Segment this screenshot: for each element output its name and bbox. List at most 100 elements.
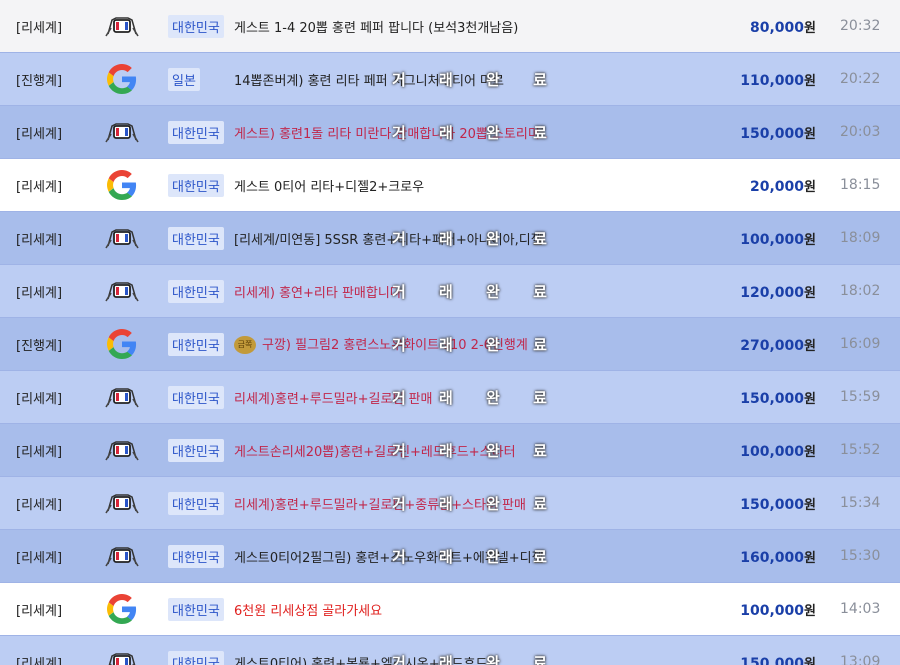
country-badge: 대한민국: [168, 332, 224, 356]
currency-label: 원: [804, 285, 816, 301]
country-badge: 대한민국: [168, 120, 224, 144]
server-type-label: [리세계]: [16, 656, 63, 665]
price-value: 150,000: [740, 655, 805, 665]
phone-icon: [104, 541, 140, 571]
phone-icon: [104, 11, 140, 41]
currency-label: 원: [804, 338, 816, 354]
currency-label: 원: [804, 444, 816, 460]
posted-time: 18:02: [840, 283, 881, 299]
posted-time: 20:22: [840, 71, 881, 87]
price-label: 100,000원: [740, 441, 816, 460]
posted-time: 18:15: [840, 177, 881, 193]
price-label: 150,000원: [740, 494, 816, 513]
price-value: 100,000: [740, 231, 805, 248]
posted-time: 20:32: [840, 18, 881, 34]
listing-title[interactable]: 게스트 1-4 20뽑 홍련 페퍼 팝니다 (보석3천개남음): [234, 17, 518, 36]
trade-complete-overlay: 거 래 완 료: [392, 229, 561, 248]
trade-complete-overlay: 거 래 완 료: [392, 441, 561, 460]
price-value: 100,000: [740, 443, 805, 460]
country-badge: 대한민국: [168, 226, 224, 250]
price-label: 80,000원: [750, 17, 816, 36]
country-badge: 대한민국: [168, 173, 224, 197]
trade-listing: [리세계] 대한민국 게스트 1-4 20뽑 홍련 페퍼 팝니다 (보석3천개남음)…: [0, 0, 900, 665]
list-item[interactable]: [리세계] 대한민국 게스트 0티어 리타+디젤2+크로우 20,000원 18:15: [0, 159, 900, 212]
listing-title[interactable]: 리세계) 홍연+리타 판매합니다: [234, 282, 402, 301]
posted-time: 20:03: [840, 124, 881, 140]
currency-label: 원: [804, 179, 816, 195]
price-label: 160,000원: [740, 547, 816, 566]
country-badge: 대한민국: [168, 438, 224, 462]
list-item[interactable]: [진행계] 대한민국 금쪽 구깡) 필그림2 홍련스노우화이트 s10 2-6진행계 거…: [0, 318, 900, 371]
currency-label: 원: [804, 656, 816, 665]
currency-label: 원: [804, 232, 816, 248]
price-label: 270,000원: [740, 335, 816, 354]
listing-title[interactable]: 6천원 리세상점 골라가세요: [234, 600, 382, 619]
list-item[interactable]: [리세계] 대한민국 리세계) 홍연+리타 판매합니다 거 래 완 료 120,000원…: [0, 265, 900, 318]
country-badge: 대한민국: [168, 279, 224, 303]
list-item[interactable]: [리세계] 대한민국 게스트0티어2필그림) 홍련+스노우화이트+에피넬+디젤 거 래…: [0, 530, 900, 583]
google-icon: [104, 594, 140, 624]
currency-label: 원: [804, 73, 816, 89]
price-value: 150,000: [740, 125, 805, 142]
posted-time: 13:09: [840, 654, 881, 665]
phone-icon: [104, 382, 140, 412]
price-label: 150,000원: [740, 388, 816, 407]
list-item[interactable]: [리세계] 대한민국 6천원 리세상점 골라가세요 100,000원 14:03: [0, 583, 900, 636]
server-type-label: [리세계]: [16, 391, 63, 407]
server-type-label: [리세계]: [16, 603, 63, 619]
posted-time: 16:09: [840, 336, 881, 352]
country-badge: 대한민국: [168, 385, 224, 409]
price-value: 110,000: [740, 72, 805, 89]
trade-complete-overlay: 거 래 완 료: [392, 653, 561, 665]
currency-label: 원: [804, 550, 816, 566]
trade-complete-overlay: 거 래 완 료: [392, 547, 561, 566]
server-type-label: [리세계]: [16, 497, 63, 513]
list-item[interactable]: [리세계] 대한민국 [리세계/미연동] 5SSR 홍련+리타+페퍼+아나이아,디젤…: [0, 212, 900, 265]
listing-title-text: 리세계) 홍연+리타 판매합니다: [234, 285, 402, 301]
phone-icon: [104, 435, 140, 465]
phone-icon: [104, 223, 140, 253]
google-icon: [104, 64, 140, 94]
price-label: 100,000원: [740, 229, 816, 248]
list-item[interactable]: [리세계] 대한민국 게스트0티어) 홍련+복룡+엘리시온+레드후드 거 래 완 료1…: [0, 636, 900, 665]
list-item[interactable]: [리세계] 대한민국 리세계)홍련+루드밀라+길로틴 판매 거 래 완 료 150,00…: [0, 371, 900, 424]
price-label: 100,000원: [740, 600, 816, 619]
trade-complete-overlay: 거 래 완 료: [392, 335, 561, 354]
country-badge: 대한민국: [168, 14, 224, 38]
phone-icon: [104, 647, 140, 665]
list-item[interactable]: [리세계] 대한민국 게스트) 홍련1돌 리타 미란다 판매합니다 20뽑 스토리미…: [0, 106, 900, 159]
server-type-label: [리세계]: [16, 20, 63, 36]
list-item[interactable]: [리세계] 대한민국 리세계)홍련+루드밀라+길로틴+종류급+스타터 판매 거 래 완…: [0, 477, 900, 530]
price-value: 20,000: [750, 178, 805, 195]
google-icon: [104, 329, 140, 359]
price-label: 110,000원: [740, 70, 816, 89]
country-badge: 일본: [168, 67, 200, 91]
listing-title-text: 6천원 리세상점 골라가세요: [234, 603, 383, 619]
server-type-label: [진행계]: [16, 73, 63, 89]
server-type-label: [리세계]: [16, 126, 63, 142]
phone-icon: [104, 117, 140, 147]
list-item[interactable]: [리세계] 대한민국 게스트손리세20뽑)홍련+길로틴+레드후드+스타터 거 래 완 …: [0, 424, 900, 477]
google-icon: [104, 170, 140, 200]
list-item[interactable]: [진행계] 일본 14뽑존버계) 홍련 리타 페퍼 시그니처 5티어 마르 거 래 완…: [0, 53, 900, 106]
price-value: 100,000: [740, 602, 805, 619]
trade-complete-overlay: 거 래 완 료: [392, 494, 561, 513]
price-label: 120,000원: [740, 282, 816, 301]
trade-complete-overlay: 거 래 완 료: [392, 388, 561, 407]
medal-icon: 금쪽: [234, 336, 256, 355]
listing-title-text: 게스트 1-4 20뽑 홍련 페퍼 팝니다 (보석3천개남음): [234, 20, 519, 36]
server-type-label: [리세계]: [16, 444, 63, 460]
price-label: 150,000원: [740, 653, 816, 665]
price-value: 120,000: [740, 284, 805, 301]
country-badge: 대한민국: [168, 544, 224, 568]
listing-title[interactable]: 게스트 0티어 리타+디젤2+크로우: [234, 176, 424, 195]
listing-title-text: 게스트 0티어 리타+디젤2+크로우: [234, 179, 425, 195]
price-value: 270,000: [740, 337, 805, 354]
country-badge: 대한민국: [168, 650, 224, 665]
price-label: 150,000원: [740, 123, 816, 142]
trade-complete-overlay: 거 래 완 료: [392, 70, 561, 89]
currency-label: 원: [804, 126, 816, 142]
posted-time: 15:52: [840, 442, 881, 458]
list-item[interactable]: [리세계] 대한민국 게스트 1-4 20뽑 홍련 페퍼 팝니다 (보석3천개남음)…: [0, 0, 900, 53]
server-type-label: [리세계]: [16, 179, 63, 195]
